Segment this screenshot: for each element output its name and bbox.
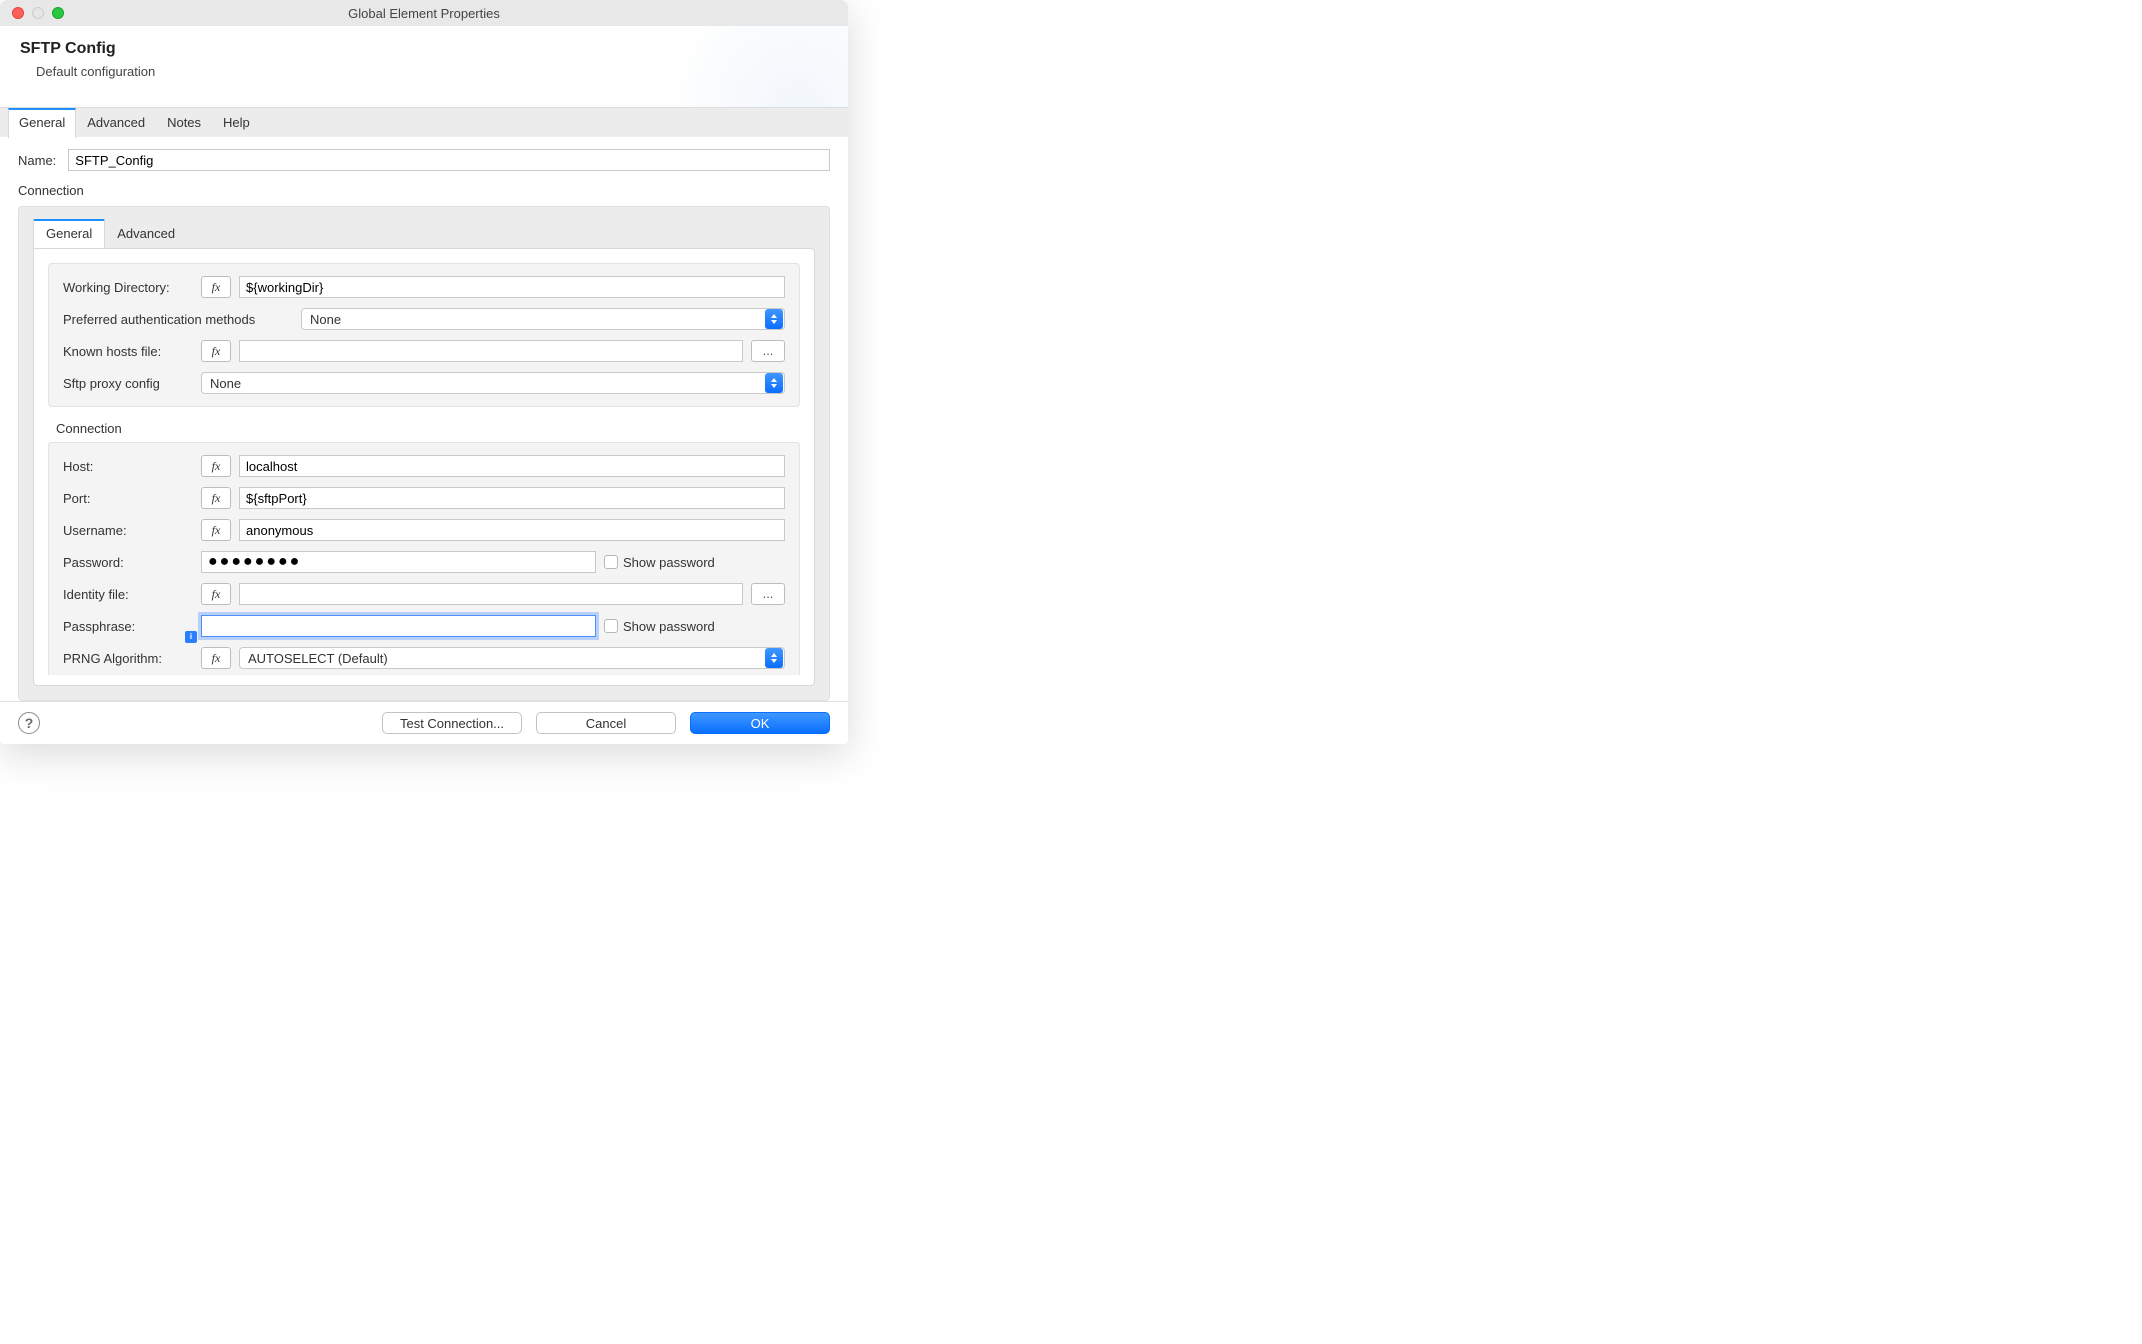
close-window-button[interactable] bbox=[12, 7, 24, 19]
host-row: Host: fx bbox=[63, 455, 785, 477]
inner-content: Working Directory: fx Preferred authenti… bbox=[33, 248, 815, 686]
minimize-window-button[interactable] bbox=[32, 7, 44, 19]
proxy-value: None bbox=[210, 376, 241, 391]
host-fx-button[interactable]: fx bbox=[201, 455, 231, 477]
window-controls bbox=[12, 7, 64, 19]
connection-section-title: Connection bbox=[18, 183, 830, 198]
proxy-row: Sftp proxy config None bbox=[63, 372, 785, 394]
page-subtitle: Default configuration bbox=[36, 64, 828, 79]
port-row: Port: fx bbox=[63, 487, 785, 509]
working-dir-row: Working Directory: fx bbox=[63, 276, 785, 298]
tab-advanced[interactable]: Advanced bbox=[76, 108, 156, 137]
port-fx-button[interactable]: fx bbox=[201, 487, 231, 509]
connection-group: Host: fx Port: fx Username: fx bbox=[48, 442, 800, 675]
tab-general[interactable]: General bbox=[8, 108, 76, 138]
show-password-toggle[interactable]: Show password bbox=[604, 555, 715, 570]
chevrons-icon bbox=[765, 373, 783, 393]
working-dir-label: Working Directory: bbox=[63, 280, 193, 295]
identity-browse-button[interactable]: ... bbox=[751, 583, 785, 605]
directory-group: Working Directory: fx Preferred authenti… bbox=[48, 263, 800, 407]
port-label: Port: bbox=[63, 491, 193, 506]
known-hosts-fx-button[interactable]: fx bbox=[201, 340, 231, 362]
chevrons-icon bbox=[765, 648, 783, 668]
footer-buttons: Test Connection... Cancel OK bbox=[382, 712, 830, 734]
dialog-footer: ? Test Connection... Cancel OK bbox=[0, 701, 848, 744]
inner-tab-advanced[interactable]: Advanced bbox=[105, 219, 187, 248]
known-hosts-row: Known hosts file: fx ... bbox=[63, 340, 785, 362]
identity-input[interactable] bbox=[239, 583, 743, 605]
pref-auth-select[interactable]: None bbox=[301, 308, 785, 330]
show-passphrase-toggle[interactable]: Show password bbox=[604, 619, 715, 634]
cancel-button[interactable]: Cancel bbox=[536, 712, 676, 734]
name-label: Name: bbox=[18, 153, 56, 168]
window-title: Global Element Properties bbox=[10, 6, 838, 21]
passphrase-row: Passphrase: i Show password bbox=[63, 615, 785, 637]
username-label: Username: bbox=[63, 523, 193, 538]
username-input[interactable] bbox=[239, 519, 785, 541]
working-dir-fx-button[interactable]: fx bbox=[201, 276, 231, 298]
proxy-select[interactable]: None bbox=[201, 372, 785, 394]
identity-fx-button[interactable]: fx bbox=[201, 583, 231, 605]
tab-notes[interactable]: Notes bbox=[156, 108, 212, 137]
identity-row: Identity file: fx ... bbox=[63, 583, 785, 605]
prng-value: AUTOSELECT (Default) bbox=[248, 651, 388, 666]
host-label: Host: bbox=[63, 459, 193, 474]
known-hosts-input[interactable] bbox=[239, 340, 743, 362]
port-input[interactable] bbox=[239, 487, 785, 509]
checkbox-icon bbox=[604, 555, 618, 569]
connection-subheading: Connection bbox=[56, 421, 814, 436]
pref-auth-label: Preferred authentication methods bbox=[63, 312, 293, 327]
pref-auth-value: None bbox=[310, 312, 341, 327]
test-connection-button[interactable]: Test Connection... bbox=[382, 712, 522, 734]
host-input[interactable] bbox=[239, 455, 785, 477]
help-icon[interactable]: ? bbox=[18, 712, 40, 734]
main-content: Name: Connection General Advanced Workin… bbox=[0, 137, 848, 701]
password-input[interactable] bbox=[201, 551, 596, 573]
show-password-label: Show password bbox=[623, 555, 715, 570]
tab-help[interactable]: Help bbox=[212, 108, 261, 137]
inner-tab-general[interactable]: General bbox=[33, 219, 105, 248]
passphrase-input[interactable] bbox=[201, 615, 596, 637]
dialog-header: SFTP Config Default configuration bbox=[0, 26, 848, 107]
name-row: Name: bbox=[18, 149, 830, 171]
connection-panel: General Advanced Working Directory: fx P… bbox=[18, 206, 830, 701]
password-label: Password: bbox=[63, 555, 193, 570]
username-fx-button[interactable]: fx bbox=[201, 519, 231, 541]
name-input[interactable] bbox=[68, 149, 830, 171]
proxy-label: Sftp proxy config bbox=[63, 376, 193, 391]
pref-auth-row: Preferred authentication methods None bbox=[63, 308, 785, 330]
zoom-window-button[interactable] bbox=[52, 7, 64, 19]
prng-row: PRNG Algorithm: fx AUTOSELECT (Default) bbox=[63, 647, 785, 669]
checkbox-icon bbox=[604, 619, 618, 633]
page-title: SFTP Config bbox=[20, 40, 828, 58]
prng-select[interactable]: AUTOSELECT (Default) bbox=[239, 647, 785, 669]
prng-fx-button[interactable]: fx bbox=[201, 647, 231, 669]
ok-button[interactable]: OK bbox=[690, 712, 830, 734]
info-icon: i bbox=[185, 631, 197, 643]
password-row: Password: Show password bbox=[63, 551, 785, 573]
chevrons-icon bbox=[765, 309, 783, 329]
identity-label: Identity file: bbox=[63, 587, 193, 602]
known-hosts-label: Known hosts file: bbox=[63, 344, 193, 359]
window-titlebar: Global Element Properties bbox=[0, 0, 848, 26]
passphrase-label: Passphrase: bbox=[63, 619, 193, 634]
inner-tab-bar: General Advanced bbox=[19, 207, 829, 248]
username-row: Username: fx bbox=[63, 519, 785, 541]
known-hosts-browse-button[interactable]: ... bbox=[751, 340, 785, 362]
main-tab-bar: General Advanced Notes Help bbox=[0, 107, 848, 137]
working-dir-input[interactable] bbox=[239, 276, 785, 298]
show-passphrase-label: Show password bbox=[623, 619, 715, 634]
prng-label: PRNG Algorithm: bbox=[63, 651, 193, 666]
dialog-window: Global Element Properties SFTP Config De… bbox=[0, 0, 848, 744]
